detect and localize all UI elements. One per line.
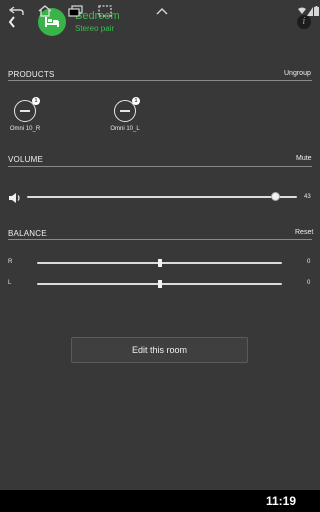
- product-name: Omni 10_R: [9, 126, 41, 132]
- balance-label-l: L: [8, 280, 12, 286]
- balance-value-r: 0: [307, 259, 311, 265]
- recent-apps-icon[interactable]: [67, 4, 85, 18]
- reset-button[interactable]: Reset: [295, 229, 313, 236]
- speaker-volume-icon[interactable]: [8, 191, 22, 209]
- volume-slider-thumb[interactable]: [270, 192, 280, 201]
- speaker-icon: 1: [14, 97, 40, 122]
- product-name: Omni 10_L: [110, 126, 140, 132]
- balance-slider-l[interactable]: [37, 280, 282, 288]
- product-badge: 1: [32, 97, 40, 105]
- back-nav-icon[interactable]: [8, 4, 26, 18]
- products-title: PRODUCTS: [8, 70, 55, 79]
- balance-slider-r[interactable]: [37, 259, 282, 267]
- menu-up-icon[interactable]: [153, 4, 171, 18]
- edit-room-button[interactable]: Edit this room: [71, 337, 248, 363]
- room-subtitle: Stereo pair: [75, 24, 115, 33]
- screenshot-icon[interactable]: [97, 4, 113, 18]
- wifi-icon: [298, 4, 306, 18]
- home-nav-icon[interactable]: [36, 4, 54, 18]
- balance-slider-thumb[interactable]: [157, 280, 162, 288]
- battery-icon: [313, 4, 319, 18]
- divider: [8, 80, 312, 81]
- balance-title: BALANCE: [8, 229, 47, 238]
- balance-slider-thumb[interactable]: [157, 259, 162, 267]
- divider: [8, 239, 312, 240]
- product-badge: 1: [132, 97, 140, 105]
- status-clock: 11:19: [266, 494, 297, 508]
- volume-value: 43: [304, 194, 311, 200]
- ungroup-button[interactable]: Ungroup: [284, 70, 311, 77]
- product-item[interactable]: 1 Omni 10_R: [5, 97, 45, 132]
- product-item[interactable]: 1 Omni 10_L: [105, 97, 145, 132]
- mute-button[interactable]: Mute: [296, 155, 312, 162]
- volume-slider[interactable]: [27, 192, 297, 201]
- balance-value-l: 0: [307, 280, 311, 286]
- speaker-icon: 1: [114, 97, 140, 122]
- volume-title: VOLUME: [8, 155, 43, 164]
- balance-label-r: R: [8, 259, 13, 265]
- divider: [8, 166, 312, 167]
